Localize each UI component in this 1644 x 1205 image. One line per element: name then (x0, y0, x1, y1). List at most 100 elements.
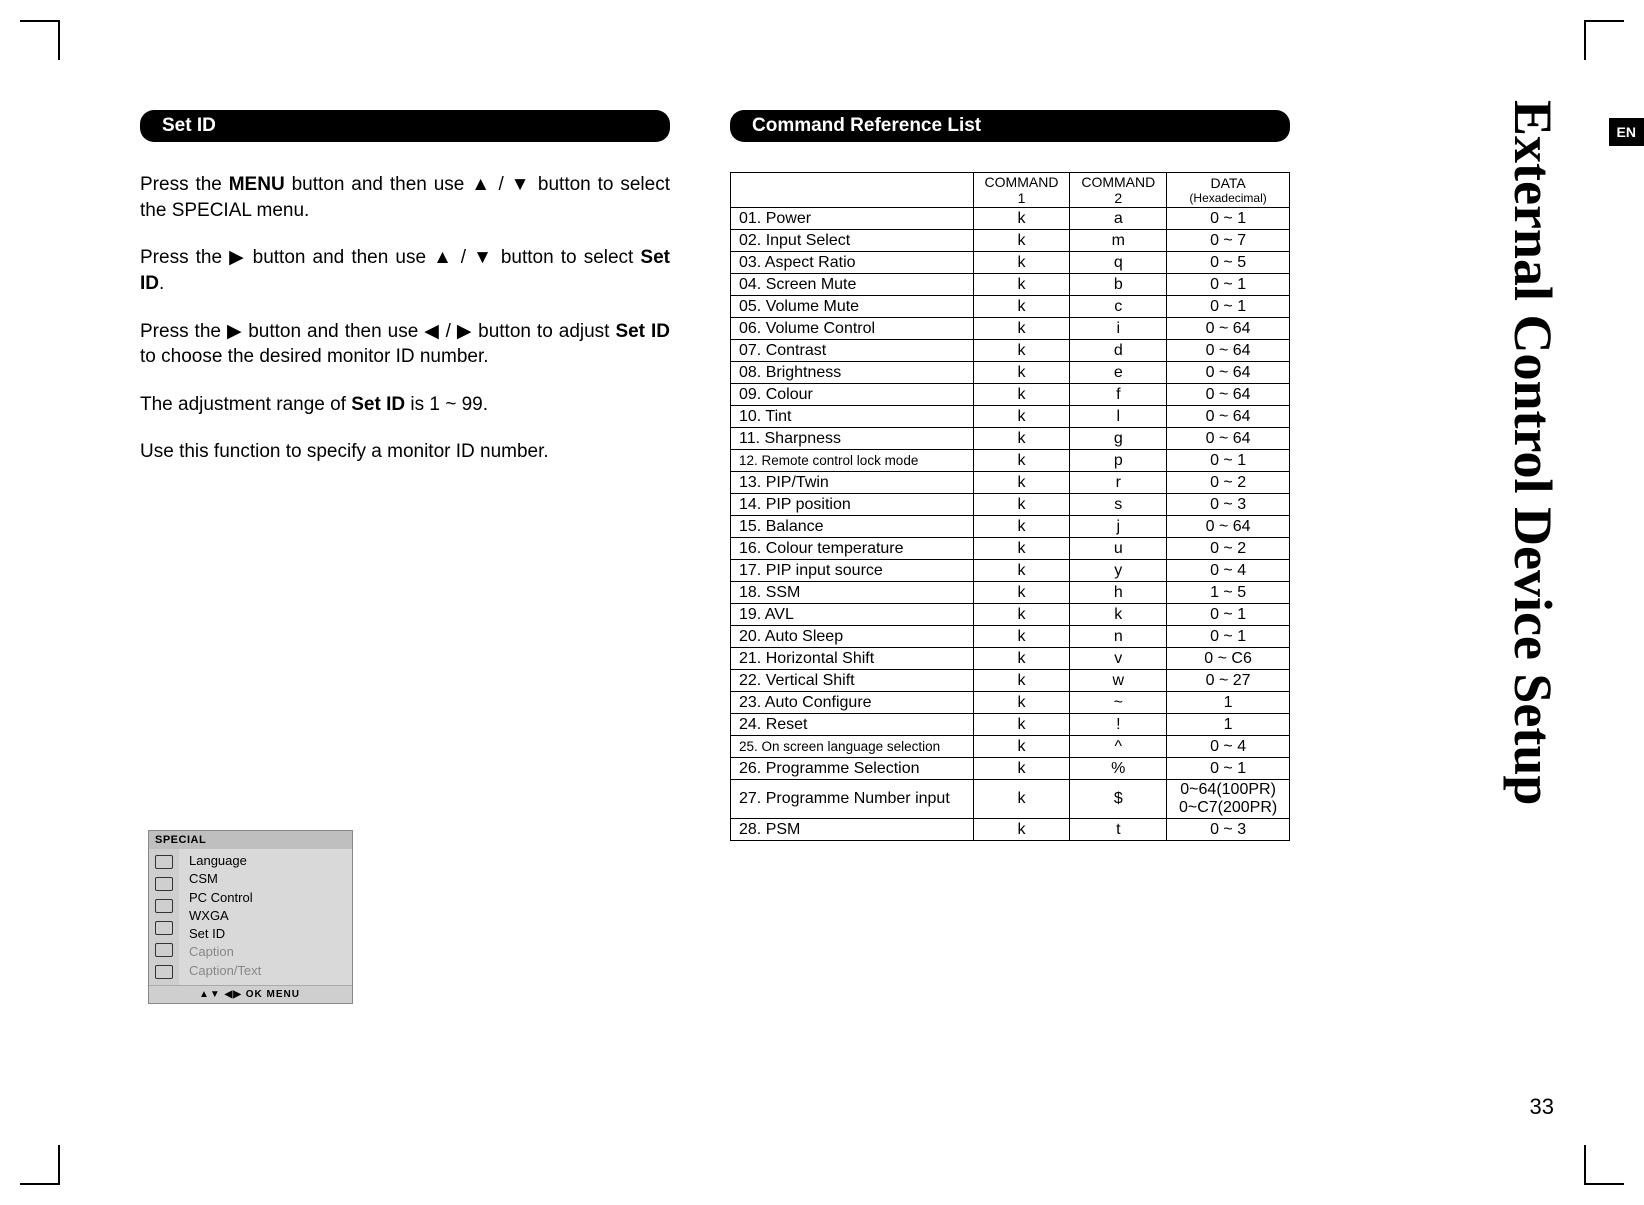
cmd-name: 26. Programme Selection (731, 758, 974, 780)
table-row: 19. AVLkk0 ~ 1 (731, 604, 1290, 626)
cmd1: k (973, 648, 1070, 670)
cmd1: k (973, 274, 1070, 296)
menu-icon (155, 877, 173, 891)
cmd2: t (1070, 819, 1167, 841)
cmd2: h (1070, 582, 1167, 604)
cmd-data: 0~64(100PR)0~C7(200PR) (1167, 780, 1290, 819)
cmd2: e (1070, 362, 1167, 384)
cmd-data: 0 ~ 64 (1167, 362, 1290, 384)
cmd-data: 1 (1167, 714, 1290, 736)
instr-p2: Press the ▶ button and then use ▲ / ▼ bu… (140, 245, 670, 296)
cmd-data: 0 ~ 1 (1167, 758, 1290, 780)
command-table: COMMAND 1 COMMAND 2 DATA (Hexadecimal) (730, 172, 1290, 841)
table-row: 26. Programme Selectionk%0 ~ 1 (731, 758, 1290, 780)
cmd-data: 0 ~ 3 (1167, 819, 1290, 841)
text: The adjustment range of (140, 394, 351, 415)
cmd-name: 08. Brightness (731, 362, 974, 384)
cmd-data: 0 ~ 64 (1167, 428, 1290, 450)
cmd-name: 04. Screen Mute (731, 274, 974, 296)
osd-footer: ▲▼ ◀▶ OK MENU (149, 985, 352, 1003)
cmd-data: 0 ~ C6 (1167, 648, 1290, 670)
text: is 1 ~ 99. (405, 394, 488, 415)
cmd1: k (973, 450, 1070, 472)
table-row: 01. Powerka0 ~ 1 (731, 208, 1290, 230)
cmd1: k (973, 230, 1070, 252)
table-row: 24. Resetk!1 (731, 714, 1290, 736)
cmd1: k (973, 340, 1070, 362)
cmd1: k (973, 819, 1070, 841)
cmd1: k (973, 296, 1070, 318)
right-column: Command Reference List COMMAND 1 COMMAND… (730, 110, 1290, 841)
osd-item: PC Control (189, 890, 344, 906)
menu-icon (155, 943, 173, 957)
cmd1: k (973, 252, 1070, 274)
bold-text: MENU (229, 174, 285, 195)
cmd2: p (1070, 450, 1167, 472)
menu-icon (155, 921, 173, 935)
cmd1: k (973, 560, 1070, 582)
cmd-name: 10. Tint (731, 406, 974, 428)
text: 1 (982, 190, 1062, 206)
th-data: DATA (Hexadecimal) (1167, 173, 1290, 208)
table-row: 15. Balancekj0 ~ 64 (731, 516, 1290, 538)
osd-item: WXGA (189, 908, 344, 924)
cmd1: k (973, 626, 1070, 648)
cmd-data: 0 ~ 1 (1167, 604, 1290, 626)
table-row: 18. SSMkh1 ~ 5 (731, 582, 1290, 604)
table-row: 05. Volume Mutekc0 ~ 1 (731, 296, 1290, 318)
cmd2: j (1070, 516, 1167, 538)
table-row: 13. PIP/Twinkr0 ~ 2 (731, 472, 1290, 494)
menu-icon (155, 855, 173, 869)
cmd-name: 11. Sharpness (731, 428, 974, 450)
text: 2 (1078, 190, 1158, 206)
cmd-name: 15. Balance (731, 516, 974, 538)
cmd-name: 22. Vertical Shift (731, 670, 974, 692)
side-title: External Control Device Setup (1502, 100, 1564, 805)
table-row: 20. Auto Sleepkn0 ~ 1 (731, 626, 1290, 648)
cmd2: y (1070, 560, 1167, 582)
cmd-data: 0 ~ 64 (1167, 384, 1290, 406)
cmd2: f (1070, 384, 1167, 406)
cmd2: l (1070, 406, 1167, 428)
cmd2: k (1070, 604, 1167, 626)
cmd-name: 25. On screen language selection (731, 736, 974, 758)
cmd-data: 0 ~ 4 (1167, 560, 1290, 582)
osd-item: Set ID (189, 926, 344, 942)
cmd-data: 0 ~ 5 (1167, 252, 1290, 274)
cmd2: m (1070, 230, 1167, 252)
instr-p1: Press the MENU button and then use ▲ / ▼… (140, 172, 670, 223)
cmd-name: 05. Volume Mute (731, 296, 974, 318)
osd-item-list: LanguageCSMPC ControlWXGASet IDCaptionCa… (179, 849, 352, 985)
cmd-name: 28. PSM (731, 819, 974, 841)
language-tab: EN (1609, 118, 1644, 146)
command-ref-heading: Command Reference List (730, 110, 1290, 142)
crop-mark (1584, 1183, 1624, 1185)
cmd2: n (1070, 626, 1167, 648)
th-blank (731, 173, 974, 208)
cmd-name: 07. Contrast (731, 340, 974, 362)
cmd-name: 03. Aspect Ratio (731, 252, 974, 274)
crop-mark (58, 1145, 60, 1185)
table-row: 22. Vertical Shiftkw0 ~ 27 (731, 670, 1290, 692)
cmd-name: 06. Volume Control (731, 318, 974, 340)
cmd-name: 18. SSM (731, 582, 974, 604)
cmd-name: 01. Power (731, 208, 974, 230)
cmd2: % (1070, 758, 1167, 780)
cmd-data: 0 ~ 4 (1167, 736, 1290, 758)
page-number: 33 (1530, 1094, 1554, 1120)
table-row: 03. Aspect Ratiokq0 ~ 5 (731, 252, 1290, 274)
cmd-data: 0 ~ 1 (1167, 626, 1290, 648)
cmd2: c (1070, 296, 1167, 318)
cmd-name: 14. PIP position (731, 494, 974, 516)
table-row: 07. Contrastkd0 ~ 64 (731, 340, 1290, 362)
cmd2: w (1070, 670, 1167, 692)
table-row: 17. PIP input sourceky0 ~ 4 (731, 560, 1290, 582)
cmd1: k (973, 692, 1070, 714)
cmd-data: 1 ~ 5 (1167, 582, 1290, 604)
text: Press the ▶ button and then use ▲ / ▼ bu… (140, 247, 640, 268)
cmd2: ~ (1070, 692, 1167, 714)
th-cmd2: COMMAND 2 (1070, 173, 1167, 208)
table-row: 14. PIP positionks0 ~ 3 (731, 494, 1290, 516)
osd-item: CSM (189, 871, 344, 887)
left-column: Set ID Press the MENU button and then us… (140, 110, 670, 841)
